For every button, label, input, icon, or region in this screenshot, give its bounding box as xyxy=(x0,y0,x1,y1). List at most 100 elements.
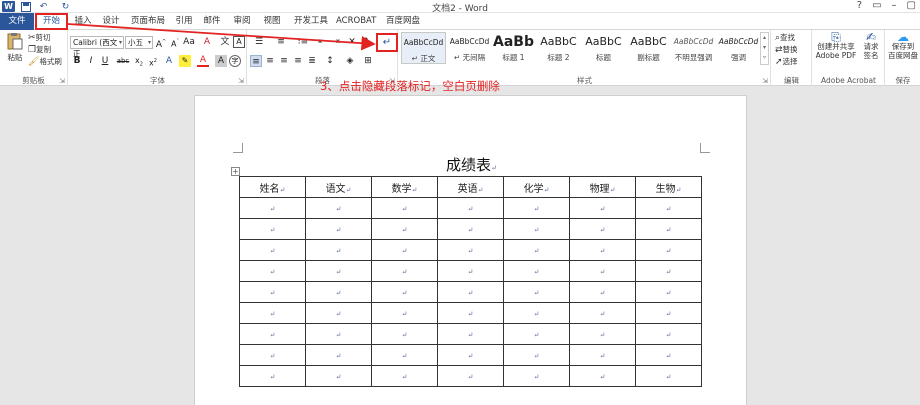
table-cell[interactable]: ↵ xyxy=(239,344,306,366)
table-cell[interactable]: ↵ xyxy=(239,197,306,219)
find-button[interactable]: ⌕查找 xyxy=(775,32,795,43)
subscript-icon[interactable]: x2 xyxy=(133,55,145,68)
table-cell[interactable]: ↵ xyxy=(437,323,504,345)
bullets-icon[interactable]: ☰ xyxy=(250,36,268,48)
table-cell[interactable]: ↵ xyxy=(371,218,438,240)
style-emphasis[interactable]: AaBbCcDd 强调 xyxy=(716,32,761,64)
style-normal[interactable]: AaBbCcDd ↵ 正文 xyxy=(401,32,446,64)
table-cell[interactable]: ↵ xyxy=(503,323,570,345)
table-cell[interactable]: ↵ xyxy=(305,281,372,303)
table-cell[interactable]: ↵ xyxy=(569,302,636,324)
multilevel-list-icon[interactable]: ⁝≡ xyxy=(294,36,312,48)
copy-button[interactable]: ❐复制 xyxy=(28,44,51,55)
style-heading-1[interactable]: AaBb 标题 1 xyxy=(491,32,536,64)
show-hide-paragraph-marks-button[interactable]: ↵ xyxy=(376,33,398,52)
chinese-layout-icon[interactable]: ✕ xyxy=(346,36,358,48)
tab-developer[interactable]: 开发工具 xyxy=(290,13,332,30)
shading-icon[interactable]: ◈ xyxy=(344,55,356,67)
table-cell[interactable]: ↵ xyxy=(239,323,306,345)
table-cell[interactable]: ↵ xyxy=(503,344,570,366)
select-button[interactable]: ➚选择 xyxy=(775,56,798,67)
table-cell[interactable]: ↵ xyxy=(635,260,702,282)
table-cell[interactable]: ↵ xyxy=(437,218,504,240)
header-cell-chemistry[interactable]: 化学↵ xyxy=(503,176,570,198)
table-cell[interactable]: ↵ xyxy=(371,197,438,219)
document-page[interactable]: 成绩表↵ + 姓名↵ 语文↵ 数学↵ 英语↵ 化学↵ 物理↵ 生物↵ ↵ ↵ ↵ ↵ ↵… xyxy=(194,95,747,405)
format-painter-button[interactable]: 🖌格式刷 xyxy=(28,56,62,67)
table-cell[interactable]: ↵ xyxy=(503,365,570,387)
table-cell[interactable]: ↵ xyxy=(305,260,372,282)
table-cell[interactable]: ↵ xyxy=(371,260,438,282)
cut-button[interactable]: ✂剪切 xyxy=(28,32,51,43)
table-cell[interactable]: ↵ xyxy=(635,281,702,303)
sort-icon[interactable]: ↕ xyxy=(360,36,372,48)
tab-references[interactable]: 引用 xyxy=(172,13,196,30)
table-move-handle-icon[interactable]: + xyxy=(231,167,240,176)
clipboard-launcher-icon[interactable]: ⇲ xyxy=(59,77,65,85)
clear-formatting-icon[interactable]: A xyxy=(201,36,213,48)
minimize-button[interactable]: – xyxy=(892,0,897,11)
shrink-font-icon[interactable]: Aˇ xyxy=(169,36,181,49)
character-shading-icon[interactable]: A xyxy=(215,55,227,67)
table-cell[interactable]: ↵ xyxy=(569,344,636,366)
table-cell[interactable]: ↵ xyxy=(569,260,636,282)
table-cell[interactable]: ↵ xyxy=(635,344,702,366)
ribbon-display-button[interactable]: ▭ xyxy=(872,0,881,11)
table-cell[interactable]: ↵ xyxy=(239,239,306,261)
style-title[interactable]: AaBbC 标题 xyxy=(581,32,626,64)
help-button[interactable]: ? xyxy=(857,0,862,11)
header-cell-physics[interactable]: 物理↵ xyxy=(569,176,636,198)
table-cell[interactable]: ↵ xyxy=(239,281,306,303)
tab-home[interactable]: 开始 xyxy=(35,13,68,30)
phonetic-guide-icon[interactable]: 文 xyxy=(219,36,231,48)
table-cell[interactable]: ↵ xyxy=(305,323,372,345)
header-cell-english[interactable]: 英语↵ xyxy=(437,176,504,198)
tab-design[interactable]: 设计 xyxy=(98,13,124,30)
table-cell[interactable]: ↵ xyxy=(437,281,504,303)
font-launcher-icon[interactable]: ⇲ xyxy=(238,77,244,85)
table-cell[interactable]: ↵ xyxy=(371,281,438,303)
table-cell[interactable]: ↵ xyxy=(569,281,636,303)
numbering-icon[interactable]: ≡ xyxy=(272,36,290,48)
highlight-icon[interactable]: ✎ xyxy=(179,55,191,67)
increase-indent-icon[interactable]: ⇥ xyxy=(330,36,342,48)
text-effects-icon[interactable]: A xyxy=(163,55,175,67)
table-cell[interactable]: ↵ xyxy=(305,239,372,261)
table-cell[interactable]: ↵ xyxy=(635,218,702,240)
table-cell[interactable]: ↵ xyxy=(569,239,636,261)
create-pdf-button[interactable]: ⎘ 创建并共享 Adobe PDF xyxy=(814,31,858,60)
table-cell[interactable]: ↵ xyxy=(305,197,372,219)
table-cell[interactable]: ↵ xyxy=(503,281,570,303)
decrease-indent-icon[interactable]: ⇤ xyxy=(316,36,328,48)
table-cell[interactable]: ↵ xyxy=(437,365,504,387)
table-cell[interactable]: ↵ xyxy=(371,344,438,366)
line-spacing-icon[interactable]: ↕ xyxy=(324,55,336,67)
table-cell[interactable]: ↵ xyxy=(503,260,570,282)
tab-view[interactable]: 视图 xyxy=(259,13,285,30)
paste-button[interactable]: 粘贴 xyxy=(4,32,26,63)
table-cell[interactable]: ↵ xyxy=(305,302,372,324)
styles-launcher-icon[interactable]: ⇲ xyxy=(762,77,768,85)
header-cell-chinese[interactable]: 语文↵ xyxy=(305,176,372,198)
style-heading-2[interactable]: AaBbC 标题 2 xyxy=(536,32,581,64)
table-cell[interactable]: ↵ xyxy=(635,239,702,261)
tab-acrobat[interactable]: ACROBAT xyxy=(336,13,376,30)
table-cell[interactable]: ↵ xyxy=(503,197,570,219)
table-cell[interactable]: ↵ xyxy=(305,344,372,366)
table-cell[interactable]: ↵ xyxy=(635,197,702,219)
align-left-icon[interactable]: ≡ xyxy=(250,55,262,67)
table-cell[interactable]: ↵ xyxy=(569,323,636,345)
align-center-icon[interactable]: ≡ xyxy=(264,55,276,67)
header-cell-biology[interactable]: 生物↵ xyxy=(635,176,702,198)
grow-font-icon[interactable]: A^ xyxy=(155,36,167,50)
table-cell[interactable]: ↵ xyxy=(569,197,636,219)
character-border-icon[interactable]: A xyxy=(233,36,245,48)
change-case-icon[interactable]: Aa xyxy=(183,36,195,48)
table-cell[interactable]: ↵ xyxy=(239,260,306,282)
request-signature-button[interactable]: ✍ 请求 签名 xyxy=(860,31,882,60)
tab-review[interactable]: 审阅 xyxy=(229,13,255,30)
underline-icon[interactable]: U xyxy=(99,55,111,67)
save-to-baidu-button[interactable]: ☁ 保存到 百度网盘 xyxy=(886,31,920,60)
table-cell[interactable]: ↵ xyxy=(371,302,438,324)
header-cell-name[interactable]: 姓名↵ xyxy=(239,176,306,198)
